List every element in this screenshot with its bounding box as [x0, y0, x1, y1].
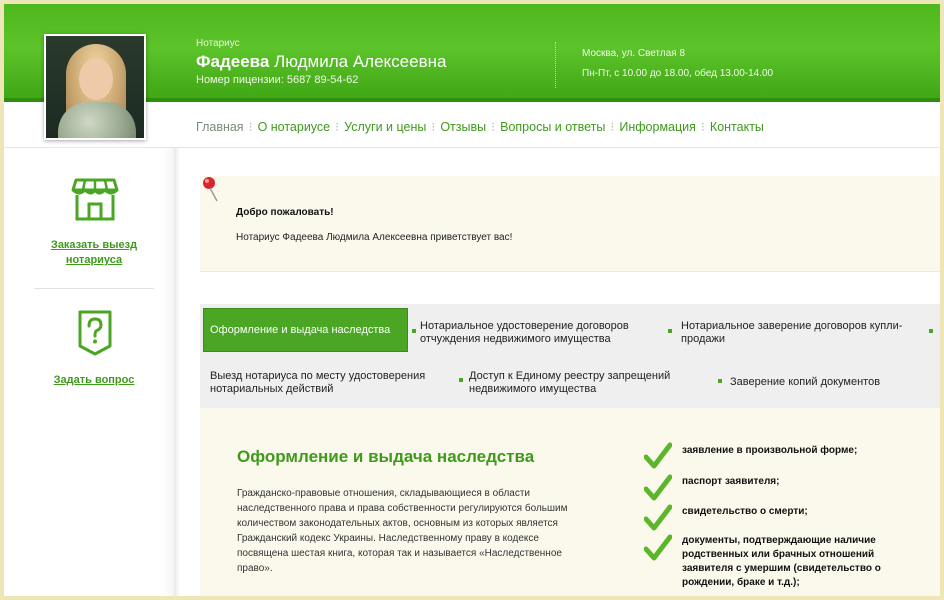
tab-label-line2: нотариальных действий: [210, 383, 334, 395]
welcome-text: Нотариус Фадеева Людмила Алексеевна прив…: [236, 232, 513, 243]
main-nav: Главная ⁝ О нотариусе ⁝ Услуги и цены ⁝ Отзывы…: [196, 119, 764, 134]
checkmark-icon: [644, 504, 672, 531]
license-number: Номер пицензии: 5687 89-54-62: [196, 74, 359, 86]
tab-label-line1: Доступ к Единому реестру запрещений: [469, 370, 671, 382]
tab-bullet: [459, 378, 463, 382]
tab-bullet: [929, 329, 933, 333]
tab-bullet: [718, 379, 722, 383]
tab-bullet: [668, 329, 672, 333]
nav-separator: ⁝: [335, 120, 340, 134]
tab-sale-contracts[interactable]: Нотариальное заверение договоров купли- …: [681, 320, 902, 346]
tab-label-line2: отчуждения недвижимого имущества: [420, 333, 611, 345]
nav-separator: ⁝: [431, 120, 436, 134]
nav-separator: ⁝: [610, 120, 615, 134]
nav-separator: ⁝: [491, 120, 496, 134]
requirement-item: свидетельство о смерти;: [682, 506, 808, 517]
nav-separator: ⁝: [248, 120, 253, 134]
tab-label: Заверение копий документов: [730, 376, 881, 388]
nav-faq[interactable]: Вопросы и ответы: [500, 120, 605, 134]
tab-label-line1: Нотариальное удостоверение договоров: [420, 320, 629, 332]
tab-inheritance[interactable]: Оформление и выдача наследства: [203, 308, 408, 352]
checkmark-icon: [644, 442, 672, 469]
order-visit-line2: нотариуса: [65, 254, 123, 266]
tab-alienation-contracts[interactable]: Нотариальное удостоверение договоров отч…: [420, 320, 629, 346]
content-title: Оформление и выдача наследства: [237, 447, 535, 466]
question-badge-icon[interactable]: [70, 308, 120, 358]
tab-registry-access[interactable]: Доступ к Единому реестру запрещений недв…: [469, 370, 670, 396]
checkmark-icon: [644, 534, 672, 561]
nav-home[interactable]: Главная: [196, 120, 244, 134]
office-address: Москва, ул. Светлая 8: [582, 48, 686, 59]
content-body: Гражданско-правовые отношения, складываю…: [237, 488, 568, 574]
storefront-icon[interactable]: [70, 174, 120, 224]
requirement-item: заявление в произвольной форме;: [682, 445, 858, 456]
tab-label-line1: Выезд нотариуса по месту удостоверения: [210, 370, 426, 382]
tab-label-line2: продажи: [681, 333, 725, 345]
nav-about[interactable]: О нотариусе: [258, 120, 331, 134]
tab-label-line1: Нотариальное заверение договоров купли-: [681, 320, 903, 332]
header-divider: [555, 42, 556, 88]
page-frame: Нотариус Фадеева Людмила Алексеевна Номе…: [4, 4, 940, 596]
nav-separator: ⁝: [700, 120, 705, 134]
map-pin-icon: [203, 177, 218, 202]
photo-body: [58, 102, 136, 138]
sidebar-shadow: [174, 148, 180, 596]
tab-notary-visit[interactable]: Выезд нотариуса по месту удостоверения н…: [210, 370, 425, 396]
requirement-item: паспорт заявителя;: [682, 476, 780, 487]
photo-face: [79, 58, 113, 100]
ask-question-link[interactable]: Задать вопрос: [24, 373, 164, 388]
notary-photo: [44, 34, 146, 140]
tab-label-line2: недвижимого имущества: [469, 383, 597, 395]
checkmark-icon: [644, 474, 672, 501]
welcome-title: Добро пожаловать!: [236, 207, 334, 218]
notary-surname: Фадеева: [196, 52, 270, 71]
nav-reviews[interactable]: Отзывы: [440, 120, 486, 134]
order-visit-line1: Заказать выезд: [50, 239, 138, 251]
nav-info[interactable]: Информация: [619, 120, 696, 134]
tab-label: Оформление и выдача наследства: [210, 323, 391, 336]
nav-services[interactable]: Услуги и цены: [344, 120, 426, 134]
header-role: Нотариус: [196, 38, 240, 49]
welcome-box: [200, 176, 940, 272]
notary-name: Фадеева Людмила Алексеевна: [196, 52, 446, 72]
tab-bullet: [412, 329, 416, 333]
order-visit-link[interactable]: Заказать выезд нотариуса: [24, 238, 164, 268]
sidebar-divider: [34, 288, 154, 289]
nav-contacts[interactable]: Контакты: [710, 120, 764, 134]
notary-given-names: Людмила Алексеевна: [269, 52, 447, 71]
office-hours: Пн-Пт, с 10.00 до 18.00, обед 13.00-14.0…: [582, 68, 774, 79]
tab-copy-certification[interactable]: Заверение копий документов: [730, 376, 880, 389]
requirement-item: документы, подтверждающие наличие родств…: [682, 535, 881, 588]
